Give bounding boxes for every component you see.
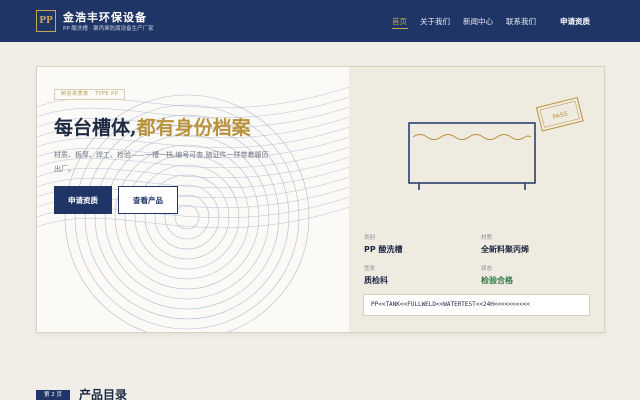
nav-home[interactable]: 首页	[392, 16, 407, 27]
field-value-status: 检验合格	[481, 276, 513, 285]
stamp-text: PASS	[552, 110, 568, 120]
hero-card: 制造资质表 · TYPE PP 每台槽体,都有身份档案 材质、板厚、焊工、检验—…	[36, 66, 605, 333]
field-value-issuer: 质检科	[364, 276, 388, 285]
brand-tagline: PP 酸洗槽 · 聚丙烯防腐设备生产厂家	[63, 26, 154, 32]
field-label-material: 材质	[481, 235, 493, 241]
apply-qualification-button[interactable]: 申请资质	[54, 186, 112, 214]
pass-stamp: PASS	[535, 96, 584, 132]
hero-description: 材质、板厚、焊工、检验——一槽一档,编号可查,随证件一样带着履历出厂。	[54, 151, 269, 173]
field-label-issuer: 签发	[364, 266, 376, 272]
brand-name: 金浩丰环保设备	[63, 11, 147, 24]
nav-active-indicator	[392, 28, 408, 29]
machine-readable-code: PP<<TANK<<FULLWELD<<WATERTEST<<24H<<<<<<…	[363, 294, 590, 316]
hero-title-accent: 都有身份档案	[136, 117, 251, 139]
apply-qualification-link[interactable]: 申请资质	[560, 16, 590, 27]
field-value-category: PP 酸洗槽	[364, 245, 403, 254]
top-navbar: PP 金浩丰环保设备 PP 酸洗槽 · 聚丙烯防腐设备生产厂家 首页 关于我们 …	[0, 0, 640, 42]
field-label-category: 类别	[364, 235, 376, 241]
tank-illustration: PASS	[408, 96, 584, 190]
hero-title-main: 每台槽体,	[54, 117, 137, 139]
section-badge: 第 2 页	[36, 390, 70, 400]
field-label-status: 状态	[481, 266, 493, 272]
hero-title: 每台槽体,都有身份档案	[54, 113, 251, 140]
hero-right-panel: PASS 类别 PP 酸洗槽 材质 全新料聚丙烯 签发 质检科 状态 检验合格 …	[349, 67, 604, 332]
nav-news[interactable]: 新闻中心	[463, 16, 493, 27]
nav-contact[interactable]: 联系我们	[506, 16, 536, 27]
logo[interactable]: PP	[36, 10, 56, 32]
spec-tag: 制造资质表 · TYPE PP	[54, 89, 126, 100]
field-value-material: 全新料聚丙烯	[481, 245, 529, 254]
nav-about[interactable]: 关于我们	[420, 16, 450, 27]
section-title: 产品目录	[79, 388, 128, 400]
view-products-button[interactable]: 查看产品	[118, 186, 178, 214]
hero-left-panel: 制造资质表 · TYPE PP 每台槽体,都有身份档案 材质、板厚、焊工、检验—…	[37, 67, 349, 332]
